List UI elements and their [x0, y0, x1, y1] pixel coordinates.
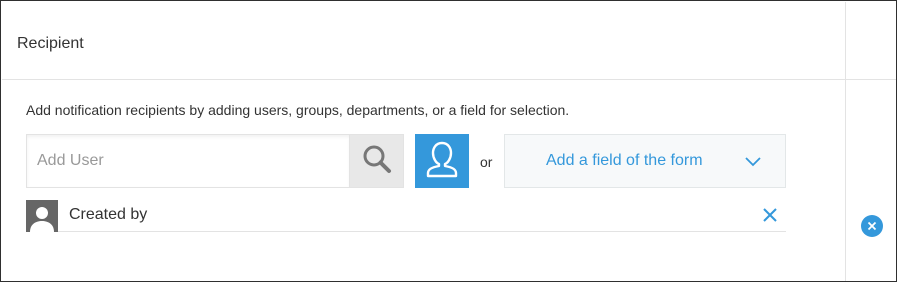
chevron-down-icon — [744, 155, 762, 167]
recipient-name: Created by — [69, 206, 148, 223]
remove-recipient-button[interactable] — [760, 205, 780, 225]
search-button[interactable] — [349, 134, 404, 188]
close-icon — [762, 207, 778, 223]
user-select-button[interactable] — [415, 134, 469, 188]
close-circle-icon — [867, 221, 877, 231]
notification-recipient-panel: Recipient Add notification recipients by… — [0, 0, 897, 282]
header-divider — [2, 79, 896, 80]
add-form-field-dropdown[interactable]: Add a field of the form — [504, 134, 786, 188]
user-icon — [425, 140, 459, 183]
recipient-list-item: Created by — [26, 200, 786, 232]
avatar — [26, 200, 58, 232]
delete-recipient-setting-button[interactable] — [861, 215, 883, 237]
search-icon — [361, 143, 393, 180]
or-label: or — [480, 154, 493, 170]
user-avatar-icon — [28, 204, 56, 232]
add-user-input[interactable] — [26, 134, 350, 188]
section-title: Recipient — [17, 35, 84, 52]
add-form-field-label: Add a field of the form — [546, 152, 703, 169]
column-divider — [845, 2, 846, 281]
recipient-description: Add notification recipients by adding us… — [26, 102, 570, 118]
